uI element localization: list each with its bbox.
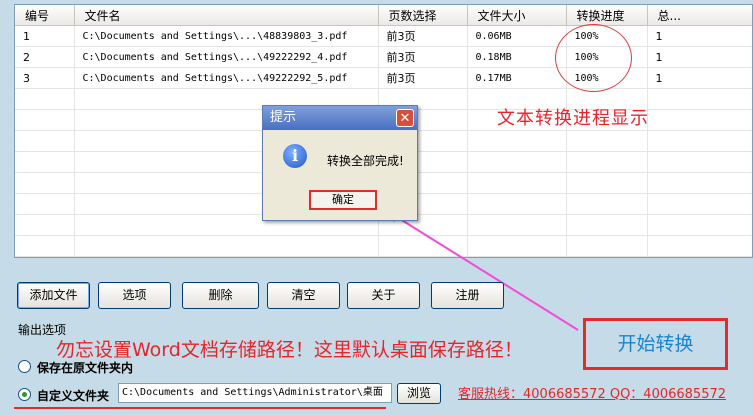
cell-total: 1 bbox=[647, 25, 752, 47]
cell-total: 1 bbox=[647, 46, 752, 68]
table-row[interactable]: 1 C:\Documents and Settings\...\48839803… bbox=[15, 25, 752, 47]
about-button[interactable]: 关于 bbox=[347, 282, 420, 309]
dialog-titlebar[interactable]: 提示 ✕ bbox=[263, 106, 417, 130]
cell-pages: 前3页 bbox=[378, 46, 468, 68]
register-button[interactable]: 注册 bbox=[431, 282, 504, 309]
table-row-empty bbox=[15, 256, 752, 257]
col-header-size[interactable]: 文件大小 bbox=[467, 5, 567, 26]
progress-highlight-circle bbox=[555, 24, 632, 92]
table-row[interactable]: 3 C:\Documents and Settings\...\49222292… bbox=[15, 67, 752, 89]
col-header-pages[interactable]: 页数选择 bbox=[378, 5, 468, 26]
clear-button[interactable]: 清空 bbox=[267, 282, 340, 309]
path-warning-annotation: 勿忘设置Word文档存储路径！这里默认桌面保存路径！ bbox=[56, 339, 523, 361]
completion-dialog: 提示 ✕ i 转换全部完成! 确定 bbox=[262, 105, 418, 221]
table-row-empty bbox=[15, 235, 752, 257]
cell-size: 0.17MB bbox=[467, 67, 567, 89]
col-header-total[interactable]: 总... bbox=[647, 5, 752, 26]
dialog-title: 提示 bbox=[270, 110, 297, 125]
start-highlight-box: 开始转换 bbox=[583, 318, 728, 370]
table-header-row: 编号 文件名 页数选择 文件大小 转换进度 总... bbox=[15, 5, 752, 26]
cell-filename: C:\Documents and Settings\...\49222292_4… bbox=[74, 46, 379, 68]
cell-index: 2 bbox=[15, 46, 75, 68]
start-convert-button[interactable]: 开始转换 bbox=[589, 324, 722, 364]
col-header-filename[interactable]: 文件名 bbox=[74, 5, 379, 26]
options-button[interactable]: 选项 bbox=[98, 282, 171, 309]
cell-index: 1 bbox=[15, 25, 75, 47]
cell-size: 0.18MB bbox=[467, 46, 567, 68]
info-icon: i bbox=[283, 144, 307, 168]
cell-pages: 前3页 bbox=[378, 67, 468, 89]
cell-index: 3 bbox=[15, 67, 75, 89]
save-original-label[interactable]: 保存在原文件夹内 bbox=[37, 359, 133, 376]
custom-folder-label[interactable]: 自定义文件夹 bbox=[37, 387, 109, 404]
path-underline-annotation bbox=[14, 407, 386, 409]
output-path-input[interactable]: C:\Documents and Settings\Administrator\… bbox=[118, 383, 392, 403]
cell-total: 1 bbox=[647, 67, 752, 89]
delete-button[interactable]: 删除 bbox=[182, 282, 259, 309]
cell-filename: C:\Documents and Settings\...\48839803_3… bbox=[74, 25, 379, 47]
add-file-button[interactable]: 添加文件 bbox=[17, 282, 90, 309]
custom-folder-radio[interactable] bbox=[18, 388, 31, 401]
cell-filename: C:\Documents and Settings\...\49222292_5… bbox=[74, 67, 379, 89]
col-header-progress[interactable]: 转换进度 bbox=[566, 5, 648, 26]
col-header-index[interactable]: 编号 bbox=[15, 5, 75, 26]
dialog-ok-button[interactable]: 确定 bbox=[309, 190, 377, 210]
cell-size: 0.06MB bbox=[467, 25, 567, 47]
save-original-radio[interactable] bbox=[18, 360, 31, 373]
progress-annotation: 文本转换进程显示 bbox=[497, 108, 649, 129]
hotline-text[interactable]: 客服热线：4006685572 QQ：4006685572 bbox=[458, 383, 726, 402]
close-icon[interactable]: ✕ bbox=[396, 109, 414, 127]
table-row[interactable]: 2 C:\Documents and Settings\...\49222292… bbox=[15, 46, 752, 68]
browse-button[interactable]: 浏览 bbox=[397, 383, 441, 404]
dialog-message: 转换全部完成! bbox=[327, 154, 404, 168]
cell-pages: 前3页 bbox=[378, 25, 468, 47]
